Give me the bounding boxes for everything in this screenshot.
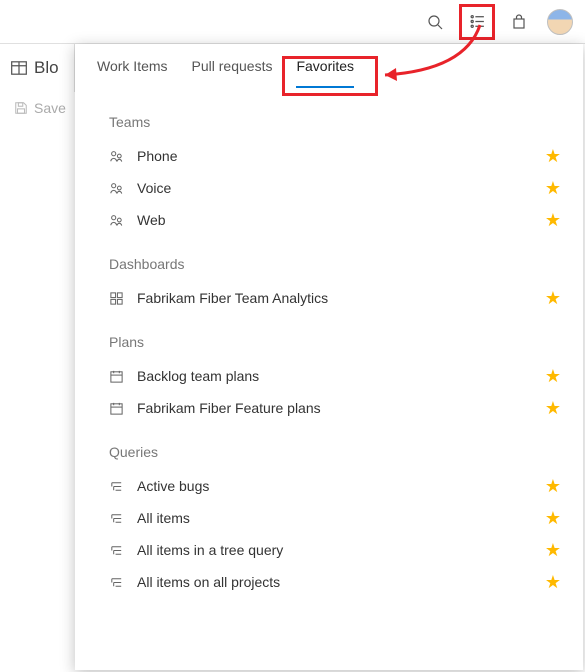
favorite-item[interactable]: Web★ <box>109 204 561 236</box>
save-button: Save <box>0 100 75 116</box>
plan-icon <box>109 401 129 416</box>
favorite-item-label: Backlog team plans <box>129 368 545 384</box>
favorite-item[interactable]: All items★ <box>109 502 561 534</box>
save-label: Save <box>34 100 66 116</box>
dashboard-icon <box>109 291 129 306</box>
favorite-item-label: Phone <box>129 148 545 164</box>
page-title: Blo <box>34 58 59 78</box>
favorite-item-label: Fabrikam Fiber Feature plans <box>129 400 545 416</box>
favorite-item[interactable]: Active bugs★ <box>109 470 561 502</box>
star-icon[interactable]: ★ <box>545 366 561 387</box>
tab-favorites[interactable]: Favorites <box>296 58 354 88</box>
tab-work-items[interactable]: Work Items <box>97 58 168 88</box>
favorite-item-label: All items in a tree query <box>129 542 545 558</box>
team-icon <box>109 181 129 196</box>
shopping-bag-icon <box>511 14 527 30</box>
query-icon <box>109 543 129 558</box>
favorite-item-label: Fabrikam Fiber Team Analytics <box>129 290 545 306</box>
favorite-item[interactable]: Fabrikam Fiber Feature plans★ <box>109 392 561 424</box>
favorite-item[interactable]: All items on all projects★ <box>109 566 561 598</box>
star-icon[interactable]: ★ <box>545 476 561 497</box>
list-icon <box>469 13 486 30</box>
favorite-item[interactable]: Voice★ <box>109 172 561 204</box>
star-icon[interactable]: ★ <box>545 572 561 593</box>
favorite-item-label: Web <box>129 212 545 228</box>
favorites-list-button[interactable] <box>459 4 495 40</box>
section-title: Queries <box>109 444 561 460</box>
favorite-item[interactable]: All items in a tree query★ <box>109 534 561 566</box>
section-title: Dashboards <box>109 256 561 272</box>
star-icon[interactable]: ★ <box>545 540 561 561</box>
team-icon <box>109 149 129 164</box>
marketplace-button[interactable] <box>501 4 537 40</box>
favorite-item-label: All items on all projects <box>129 574 545 590</box>
star-icon[interactable]: ★ <box>545 146 561 167</box>
section-title: Teams <box>109 114 561 130</box>
query-icon <box>109 479 129 494</box>
star-icon[interactable]: ★ <box>545 210 561 231</box>
star-icon[interactable]: ★ <box>545 508 561 529</box>
favorite-item-label: Voice <box>129 180 545 196</box>
favorite-item[interactable]: Backlog team plans★ <box>109 360 561 392</box>
section-title: Plans <box>109 334 561 350</box>
favorite-item-label: All items <box>129 510 545 526</box>
tab-pull-requests[interactable]: Pull requests <box>192 58 273 88</box>
team-icon <box>109 213 129 228</box>
star-icon[interactable]: ★ <box>545 398 561 419</box>
favorite-item[interactable]: Phone★ <box>109 140 561 172</box>
query-icon <box>109 575 129 590</box>
search-button[interactable] <box>417 4 453 40</box>
favorite-item[interactable]: Fabrikam Fiber Team Analytics★ <box>109 282 561 314</box>
favorite-item-label: Active bugs <box>129 478 545 494</box>
grid-icon <box>10 59 28 77</box>
query-icon <box>109 511 129 526</box>
favorites-flyout: Work Items Pull requests Favorites Teams… <box>75 44 583 670</box>
save-icon <box>14 101 28 115</box>
search-icon <box>427 14 443 30</box>
star-icon[interactable]: ★ <box>545 178 561 199</box>
plan-icon <box>109 369 129 384</box>
user-avatar[interactable] <box>547 9 573 35</box>
star-icon[interactable]: ★ <box>545 288 561 309</box>
page-header: Blo <box>0 44 75 92</box>
